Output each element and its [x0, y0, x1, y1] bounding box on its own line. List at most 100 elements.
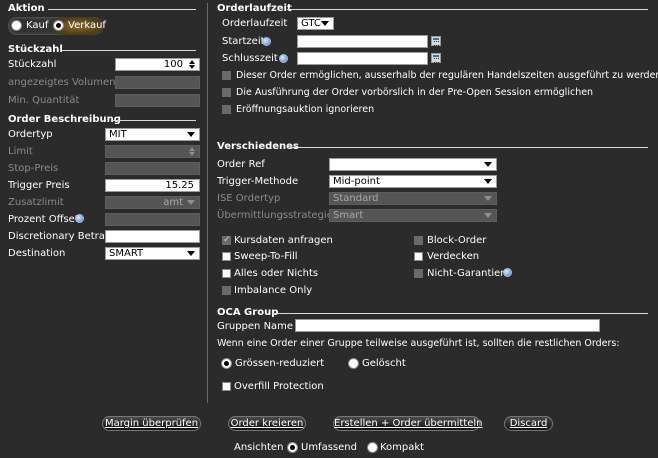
alles-oder-nichts-checkbox[interactable]	[222, 269, 231, 278]
gruppen-name-input[interactable]	[295, 319, 600, 332]
prozent-offset-input	[105, 213, 200, 226]
schlusszeit-label: Schlusszeit	[222, 53, 278, 64]
kompakt-radio[interactable]	[367, 442, 378, 453]
trigger-methode-label: Trigger-Methode	[217, 176, 299, 187]
order-ref-dropdown-icon[interactable]	[484, 162, 492, 167]
order-ref-select[interactable]	[329, 158, 497, 171]
limit-label: Limit	[8, 146, 33, 157]
uebermittlungsstrategie-select: Smart	[329, 209, 497, 222]
ordertyp-value: MIT	[109, 129, 127, 140]
geloescht-radio[interactable]	[348, 358, 359, 369]
order-ref-label: Order Ref	[217, 159, 265, 170]
umfassend-radio[interactable]	[287, 442, 298, 453]
zusatzlimit-dropdown-icon	[187, 200, 195, 205]
overfill-label: Overfill Protection	[234, 381, 324, 392]
block-order-label: Block-Order	[427, 235, 487, 246]
orderlaufzeit-select[interactable]: GTC	[297, 17, 334, 30]
imbalance-only-checkbox[interactable]	[222, 286, 231, 295]
ordertyp-dropdown-icon[interactable]	[187, 132, 195, 137]
ordertyp-select[interactable]: MIT	[105, 128, 200, 141]
kauf-radio[interactable]	[11, 20, 22, 31]
ordertyp-label: Ordertyp	[8, 129, 53, 140]
discretionary-betrag-input[interactable]	[105, 230, 200, 243]
kauf-label[interactable]: Kauf	[26, 20, 48, 32]
startzeit-info-icon[interactable]	[262, 37, 271, 46]
stueckzahl-header: Stückzahl	[8, 44, 63, 55]
order-beschreibung-header: Order Beschreibung	[8, 114, 121, 125]
aktion-header: Aktion	[8, 3, 45, 14]
trigger-preis-input[interactable]: 15.25	[105, 179, 200, 192]
uebermittlungsstrategie-label: Übermittlungsstrategie	[217, 210, 333, 221]
groessen-reduziert-radio[interactable]	[221, 358, 232, 369]
alles-oder-nichts-label: Alles oder Nichts	[234, 268, 319, 279]
trigger-methode-select[interactable]: Mid-point	[329, 175, 497, 188]
margin-ueberpruefen-button[interactable]: Margin überprüfen	[102, 416, 201, 431]
stueckzahl-input[interactable]: 100	[115, 58, 200, 71]
eroeffnungsauktion-checkbox[interactable]	[222, 105, 231, 114]
ausserhalb-handelszeiten-label: Dieser Order ermöglichen, ausserhalb der…	[236, 70, 658, 81]
geloescht-label[interactable]: Gelöscht	[362, 358, 406, 370]
nicht-garantiert-label: Nicht-Garantiert	[427, 268, 509, 279]
verdecken-checkbox[interactable]	[414, 252, 423, 261]
discretionary-betrag-label: Discretionary Betrag	[8, 231, 112, 242]
destination-dropdown-icon[interactable]	[187, 251, 195, 256]
pre-open-label: Die Ausführung der Order vorbörslich in …	[236, 87, 594, 98]
stop-preis-label: Stop-Preis	[8, 163, 59, 174]
verschiedenes-header: Verschiedenes	[217, 141, 299, 152]
verkauf-label[interactable]: Verkauf	[68, 20, 106, 32]
angezeigtes-volumen-label: angezeigtes Volumen	[8, 77, 116, 88]
startzeit-input[interactable]	[297, 35, 428, 48]
stop-preis-input	[105, 162, 200, 175]
limit-spinner-icon	[189, 147, 196, 156]
orderlaufzeit-label: Orderlaufzeit	[222, 18, 288, 29]
gruppen-name-label: Gruppen Name	[217, 321, 294, 332]
schlusszeit-calendar-icon[interactable]	[431, 53, 441, 63]
ausserhalb-handelszeiten-checkbox[interactable]	[222, 71, 231, 80]
umfassend-label[interactable]: Umfassend	[301, 442, 357, 454]
order-kreieren-button[interactable]: Order kreieren	[228, 416, 306, 431]
orderlaufzeit-value: GTC	[301, 18, 321, 29]
ise-ordertyp-select: Standard	[329, 192, 497, 205]
verdecken-label: Verdecken	[427, 251, 480, 262]
kompakt-label[interactable]: Kompakt	[380, 442, 424, 454]
destination-select[interactable]: SMART	[105, 247, 200, 260]
oca-description: Wenn eine Order einer Gruppe teilweise a…	[217, 338, 620, 349]
stueckzahl-value: 100	[163, 59, 183, 70]
discard-button[interactable]: Discard	[504, 416, 553, 431]
orderlaufzeit-rule	[287, 9, 648, 10]
orderlaufzeit-dropdown-icon[interactable]	[321, 21, 329, 26]
startzeit-calendar-icon[interactable]	[431, 36, 441, 46]
nicht-garantiert-info-icon[interactable]	[503, 268, 512, 277]
block-order-checkbox[interactable]	[414, 236, 423, 245]
pre-open-checkbox[interactable]	[222, 88, 231, 97]
startzeit-label: Startzeit	[222, 36, 265, 47]
kursdaten-label: Kursdaten anfragen	[234, 235, 333, 246]
schlusszeit-input[interactable]	[297, 52, 428, 65]
uebermittlungsstrategie-dropdown-icon	[484, 213, 492, 218]
destination-value: SMART	[109, 248, 144, 259]
sweep-label: Sweep-To-Fill	[234, 251, 298, 262]
ise-ordertyp-dropdown-icon	[484, 196, 492, 201]
erstellen-uebermitteln-button[interactable]: Erstellen + Order übermitteln	[333, 416, 483, 431]
schlusszeit-info-icon[interactable]	[279, 54, 288, 63]
verkauf-radio[interactable]	[53, 20, 64, 31]
trigger-methode-dropdown-icon[interactable]	[484, 179, 492, 184]
min-quantitaet-label: Min. Quantität	[8, 95, 80, 106]
column-divider	[207, 3, 208, 403]
imbalance-only-label: Imbalance Only	[234, 285, 313, 296]
nicht-garantiert-checkbox[interactable]	[414, 269, 423, 278]
oca-rule	[272, 313, 648, 314]
stueckzahl-spinner-icon[interactable]	[189, 60, 196, 69]
kursdaten-checkbox[interactable]	[222, 234, 231, 246]
ise-ordertyp-value: Standard	[333, 193, 379, 204]
aktion-rule	[48, 9, 196, 10]
ansichten-label: Ansichten	[234, 442, 284, 453]
trigger-preis-label: Trigger Preis	[8, 180, 70, 191]
limit-input	[105, 145, 200, 158]
overfill-checkbox[interactable]	[222, 382, 231, 391]
sweep-checkbox[interactable]	[222, 252, 231, 261]
trigger-preis-value: 15.25	[165, 180, 194, 191]
prozent-offset-info-icon[interactable]	[75, 214, 84, 223]
destination-label: Destination	[8, 248, 66, 259]
groessen-reduziert-label[interactable]: Grössen-reduziert	[235, 358, 324, 370]
